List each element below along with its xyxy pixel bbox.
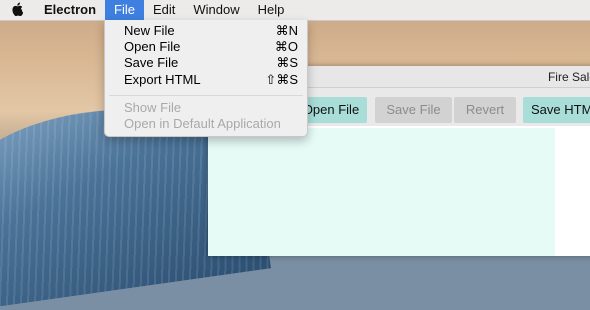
menu-edit[interactable]: Edit bbox=[144, 0, 184, 20]
menu-item-open-file[interactable]: Open File ⌘O bbox=[124, 39, 298, 55]
menu-window[interactable]: Window bbox=[184, 0, 248, 20]
menubar: Electron File Edit Window Help bbox=[0, 0, 590, 21]
save-file-button[interactable]: Save File bbox=[375, 97, 452, 123]
menu-item-new-file[interactable]: New File ⌘N bbox=[124, 23, 298, 39]
menu-item-open-default-app[interactable]: Open in Default Application bbox=[124, 116, 298, 132]
menu-item-export-html[interactable]: Export HTML ⇧⌘S bbox=[124, 72, 298, 88]
menu-separator bbox=[109, 95, 303, 96]
menu-file[interactable]: File bbox=[105, 0, 144, 20]
menu-item-show-file[interactable]: Show File bbox=[124, 100, 298, 116]
menu-help[interactable]: Help bbox=[249, 0, 294, 20]
markdown-editor[interactable] bbox=[208, 128, 555, 256]
menu-item-save-file[interactable]: Save File ⌘S bbox=[124, 55, 298, 71]
apple-icon[interactable] bbox=[0, 2, 34, 19]
shortcut-label: ⌘O bbox=[274, 39, 298, 54]
save-html-button[interactable]: Save HTM bbox=[523, 97, 590, 123]
file-menu-dropdown: New File ⌘N Open File ⌘O Save File ⌘S Ex… bbox=[104, 20, 308, 137]
window-title: Fire Sale bbox=[547, 70, 590, 84]
shortcut-label: ⌘N bbox=[275, 23, 298, 38]
app-menu-electron[interactable]: Electron bbox=[34, 0, 105, 20]
shortcut-label: ⌘S bbox=[276, 55, 298, 70]
revert-button[interactable]: Revert bbox=[454, 97, 516, 123]
shortcut-label: ⇧⌘S bbox=[265, 72, 298, 87]
